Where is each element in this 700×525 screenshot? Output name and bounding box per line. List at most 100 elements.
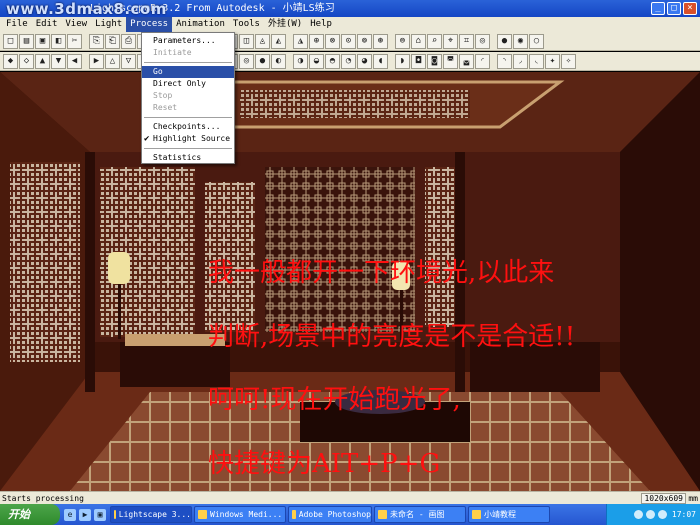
close-button[interactable]: × [683, 2, 697, 15]
toolbar-tool-icon[interactable]: ◔ [341, 53, 356, 69]
toolbar-tool-icon[interactable]: ◫ [239, 33, 254, 49]
process-menu-highlight-source[interactable]: ✔ Highlight Source [142, 133, 234, 145]
toolbar-tool-icon[interactable]: ◉ [513, 33, 528, 49]
process-menu-initiate[interactable]: Initiate [142, 47, 234, 59]
toolbar-tool-icon[interactable]: ⊛ [373, 33, 388, 49]
toolbar-tool-icon[interactable]: ⌂ [411, 33, 426, 49]
menu-w[interactable]: 外挂(W) [264, 17, 306, 32]
process-menu-dropdown: Parameters... Initiate Go Direct Only Stop Re… [141, 32, 235, 164]
toolbar-tool-icon[interactable]: ◕ [357, 53, 372, 69]
title-bar: LightscapeR 3.2 From Autodesk - 小靖LS练习 w… [0, 0, 700, 18]
menu-light[interactable]: Light [91, 17, 126, 32]
menu-help[interactable]: Help [306, 17, 336, 32]
toolbar-tool-icon[interactable]: ⊜ [395, 33, 410, 49]
process-menu-reset[interactable]: Reset [142, 102, 234, 114]
toolbar-tool-icon[interactable]: ▼ [51, 53, 66, 69]
toolbar-tool-icon[interactable]: ▣ [35, 33, 50, 49]
menu-process[interactable]: Process [126, 17, 173, 32]
toolbar-tool-icon[interactable]: ◛ [459, 53, 474, 69]
clock: 17:07 [671, 510, 696, 519]
toolbar-tool-icon[interactable]: ◇ [19, 53, 34, 69]
minimize-button[interactable]: _ [651, 2, 665, 15]
menu-view[interactable]: View [61, 17, 91, 32]
toolbar-tool-icon[interactable]: ◒ [309, 53, 324, 69]
ie-icon[interactable]: e [64, 508, 76, 521]
toolbar-tool-icon[interactable]: ◓ [325, 53, 340, 69]
start-button[interactable]: 开始 [0, 504, 60, 525]
toolbar-tool-icon[interactable]: ◮ [293, 33, 308, 49]
toolbar-tool-icon[interactable]: ◧ [51, 33, 66, 49]
toolbar-tool-icon[interactable]: ● [255, 53, 270, 69]
task-label: Lightscape 3... [118, 510, 191, 519]
menu-animation[interactable]: Animation [172, 17, 229, 32]
toolbar-tool-icon[interactable]: ⌖ [443, 33, 458, 49]
toolbar-tool-icon[interactable]: ◭ [271, 33, 286, 49]
toolbar-tool-icon[interactable]: △ [105, 53, 120, 69]
toolbar-tool-icon[interactable]: ▽ [121, 53, 136, 69]
toolbar-tool-icon[interactable]: ◎ [239, 53, 254, 69]
toolbar-tool-icon[interactable]: ⎗ [105, 33, 120, 49]
tray-icon[interactable] [645, 510, 655, 519]
app-icon [472, 510, 481, 519]
toolbar-tool-icon[interactable]: □ [3, 33, 18, 49]
overlay-text-line-1: 我一般都开一下环境光,以此来 [208, 258, 555, 288]
toolbar-tool-icon[interactable]: ◬ [255, 33, 270, 49]
toolbar-tool-icon[interactable]: ◜ [475, 53, 490, 69]
process-menu-stop[interactable]: Stop [142, 90, 234, 102]
toolbar-tool-icon[interactable]: ⌕ [427, 33, 442, 49]
process-menu-direct-only[interactable]: Direct Only [142, 78, 234, 90]
toolbar-tool-icon[interactable]: ◙ [427, 53, 442, 69]
menu-item-label: Stop [153, 91, 173, 100]
taskbar-task-button[interactable]: Adobe Photoshop [288, 506, 372, 523]
menu-item-label: Checkpoints... [153, 122, 221, 131]
menu-item-label: Go [153, 67, 163, 76]
process-menu-go[interactable]: Go [142, 66, 234, 78]
toolbar-tool-icon[interactable]: ✂ [67, 33, 82, 49]
toolbar-tool-icon[interactable]: ○ [529, 33, 544, 49]
taskbar-task-button[interactable]: Windows Medi... [194, 506, 286, 523]
toolbar-tool-icon[interactable]: ● [497, 33, 512, 49]
toolbar-tool-icon[interactable]: ⊕ [309, 33, 324, 49]
secondary-toolbar: ◆◇▲▼◀▶△▽◁▷◊○◌◍◎●◐◑◒◓◔◕◖◗◘◙◚◛◜◝◞◟✦✧ [0, 52, 700, 71]
process-menu-parameters[interactable]: Parameters... [142, 35, 234, 47]
toolbar-tool-icon[interactable]: ⊙ [341, 33, 356, 49]
toolbar-tool-icon[interactable]: ⎙ [121, 33, 136, 49]
toolbar-tool-icon[interactable]: ◞ [513, 53, 528, 69]
process-menu-statistics[interactable]: Statistics [142, 152, 234, 164]
app-icon [114, 510, 116, 519]
toolbar-tool-icon[interactable]: ▤ [19, 33, 34, 49]
toolbar-tool-icon[interactable]: ⌗ [459, 33, 474, 49]
menu-tools[interactable]: Tools [229, 17, 264, 32]
toolbar-tool-icon[interactable]: ◚ [443, 53, 458, 69]
menu-separator [144, 117, 232, 118]
taskbar-task-button[interactable]: 未命名 - 画图 [374, 506, 466, 523]
tray-icon[interactable] [633, 510, 643, 519]
toolbar-tool-icon[interactable]: ◟ [529, 53, 544, 69]
toolbar-tool-icon[interactable]: ⊗ [325, 33, 340, 49]
toolbar-tool-icon[interactable]: ▶ [89, 53, 104, 69]
taskbar-task-button[interactable]: 小靖教程 [468, 506, 550, 523]
toolbar-tool-icon[interactable]: ◑ [293, 53, 308, 69]
media-icon[interactable]: ▶ [79, 508, 91, 521]
toolbar-tool-icon[interactable]: ◝ [497, 53, 512, 69]
maximize-button[interactable]: □ [667, 2, 681, 15]
toolbar-tool-icon[interactable]: ◀ [67, 53, 82, 69]
taskbar-task-button[interactable]: Lightscape 3... [110, 506, 192, 523]
toolbar-tool-icon[interactable]: ⊚ [357, 33, 372, 49]
toolbar-tool-icon[interactable]: ◆ [3, 53, 18, 69]
toolbar-tool-icon[interactable]: ◐ [271, 53, 286, 69]
app-icon [378, 510, 387, 519]
menu-file[interactable]: File [2, 17, 32, 32]
toolbar-tool-icon[interactable]: ◗ [395, 53, 410, 69]
menu-edit[interactable]: Edit [32, 17, 62, 32]
desktop-icon[interactable]: ▣ [94, 508, 106, 521]
toolbar-tool-icon[interactable]: ✦ [545, 53, 560, 69]
toolbar-tool-icon[interactable]: ⎘ [89, 33, 104, 49]
process-menu-checkpoints[interactable]: Checkpoints... [142, 121, 234, 133]
toolbar-tool-icon[interactable]: ✧ [561, 53, 576, 69]
toolbar-tool-icon[interactable]: ◎ [475, 33, 490, 49]
toolbar-tool-icon[interactable]: ◖ [373, 53, 388, 69]
toolbar-tool-icon[interactable]: ▲ [35, 53, 50, 69]
tray-icon[interactable] [657, 510, 667, 519]
toolbar-tool-icon[interactable]: ◘ [411, 53, 426, 69]
